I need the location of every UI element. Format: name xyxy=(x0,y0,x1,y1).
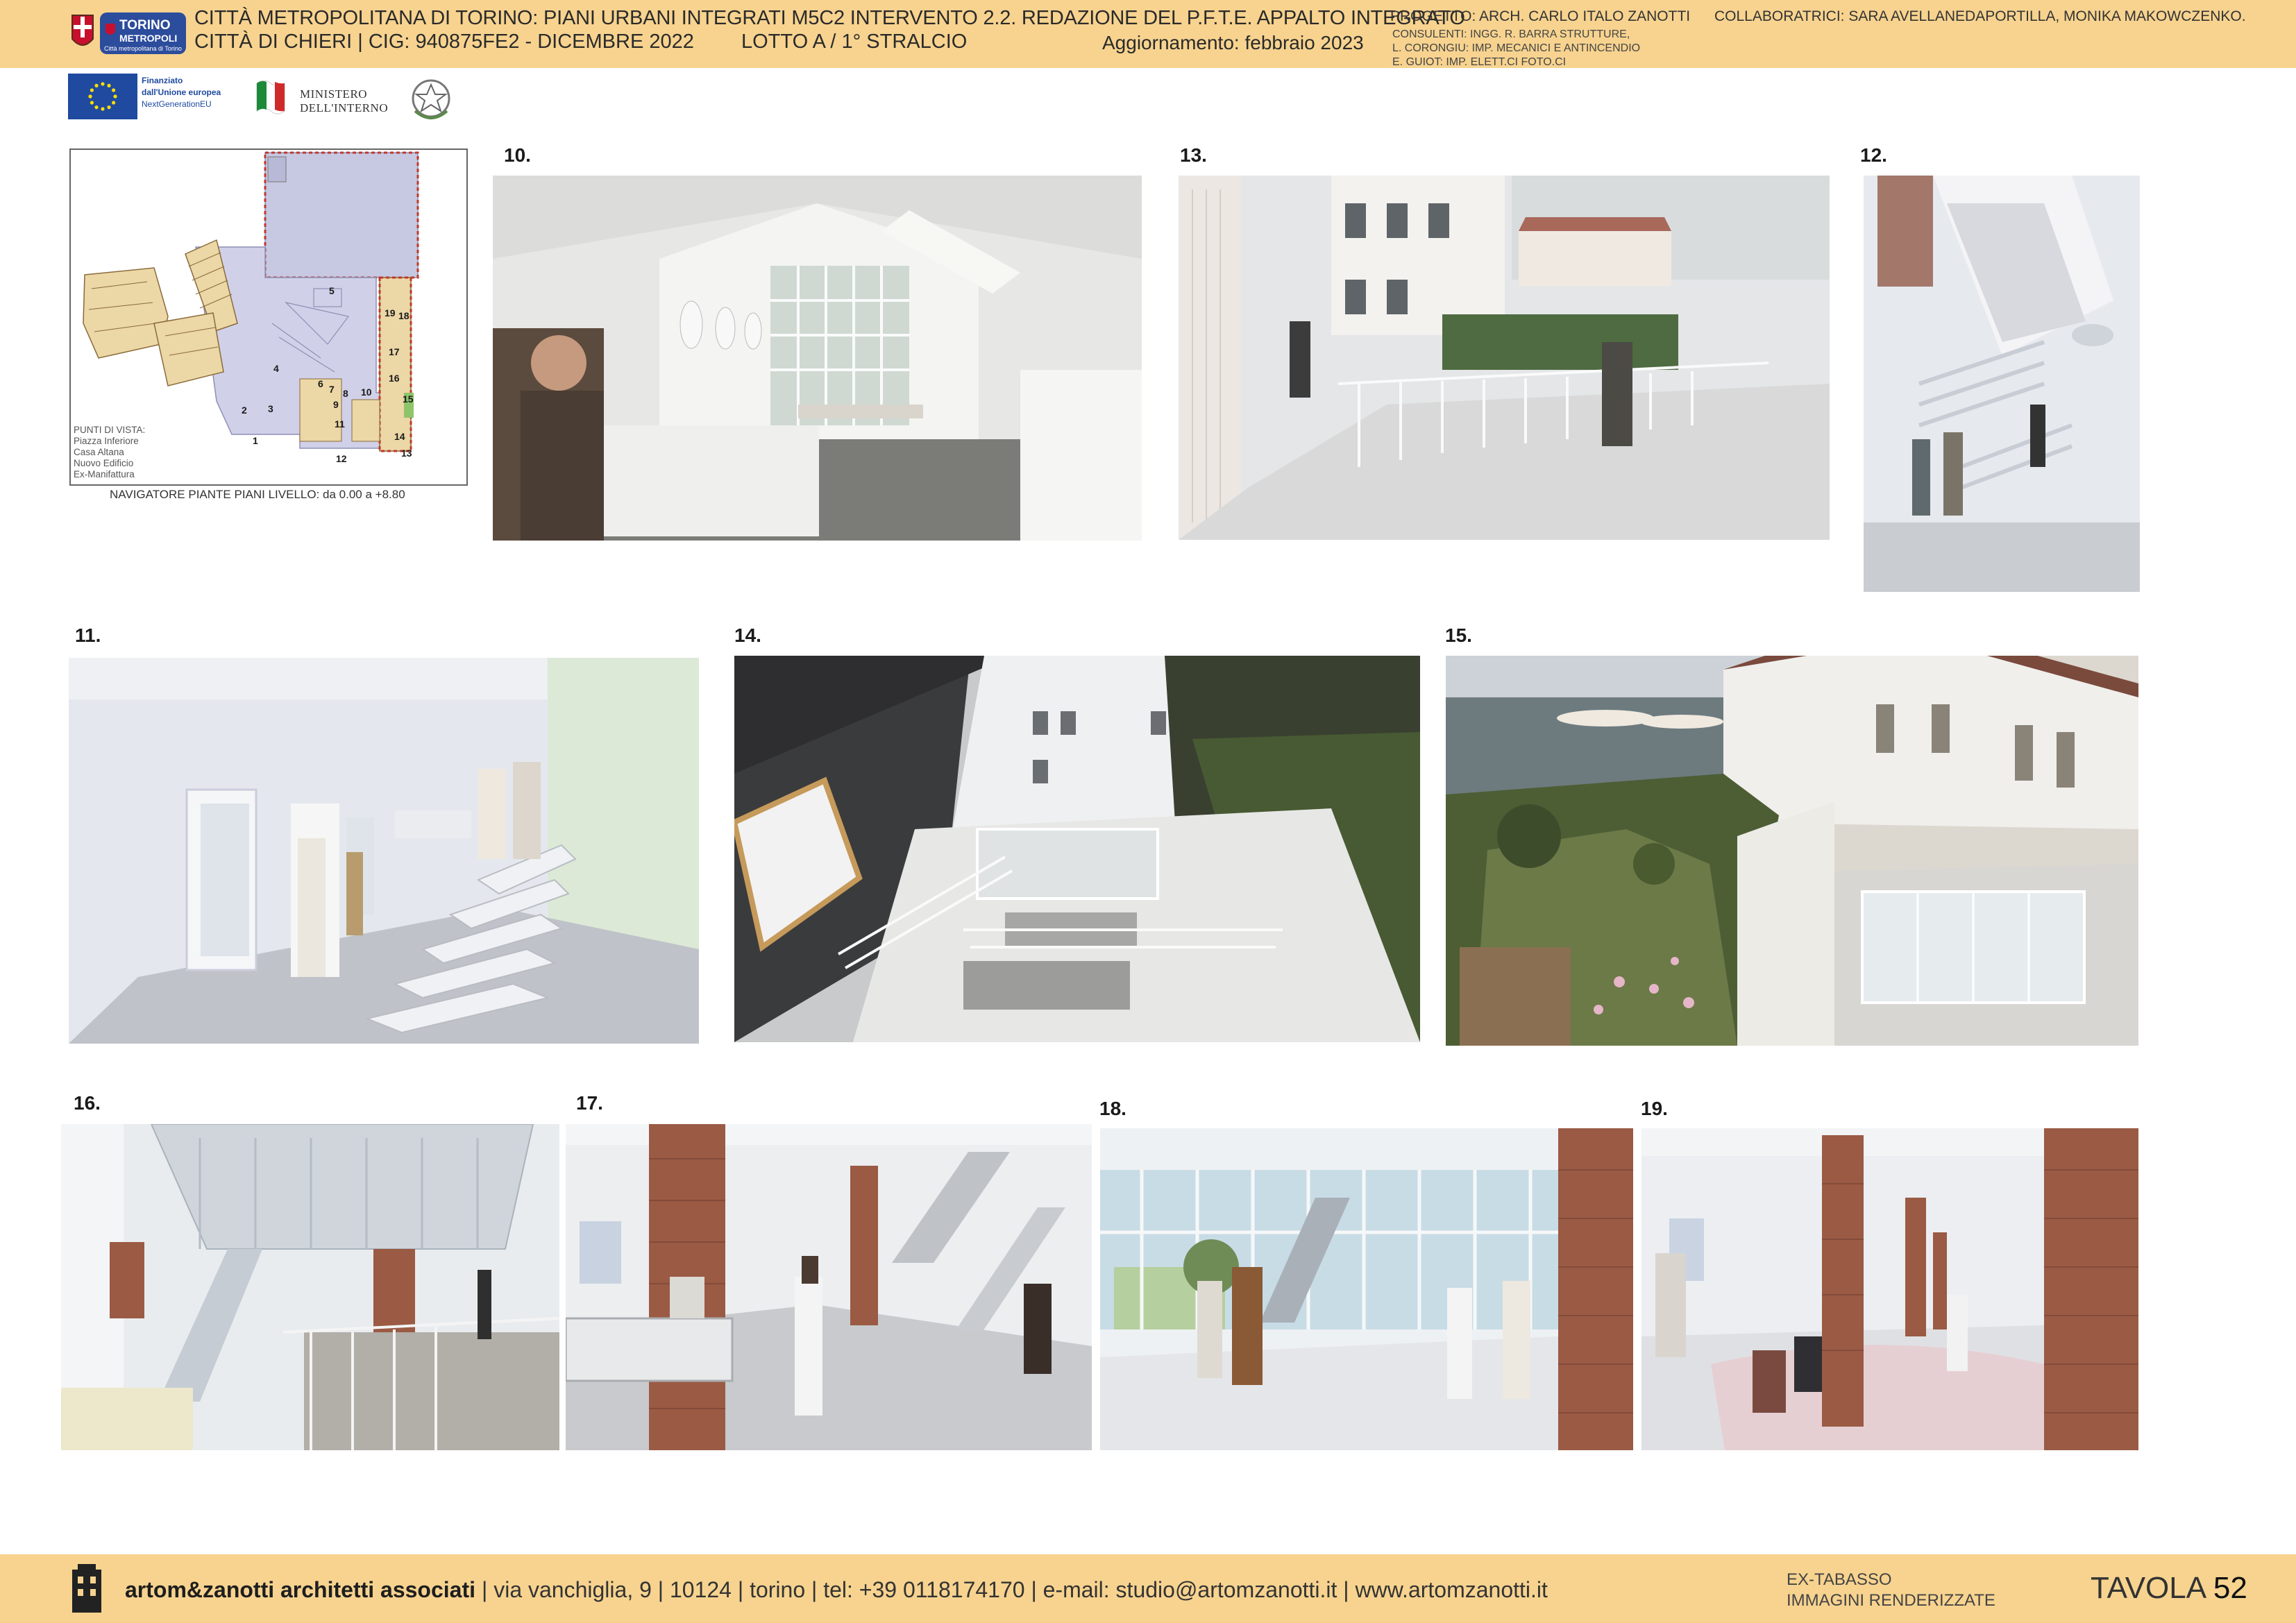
svg-text:4: 4 xyxy=(273,363,279,374)
collaboratrici-credit: COLLABORATRICI: SARA AVELLANEDAPORTILLA,… xyxy=(1714,8,2246,24)
consulenti-credit: CONSULENTI: INGG. R. BARRA STRUTTURE, L.… xyxy=(1392,28,1641,68)
firm-contacts: | via vanchiglia, 9 | 10124 | torino | t… xyxy=(482,1577,1548,1602)
italian-republic-emblem-icon xyxy=(412,79,450,119)
navigator-legend: PUNTI DI VISTA: Piazza Inferiore Casa Al… xyxy=(74,425,146,479)
svg-text:9: 9 xyxy=(333,399,339,410)
svg-text:3: 3 xyxy=(268,403,273,414)
render-13-terrace xyxy=(1179,176,1830,540)
render-number-10: 10. xyxy=(504,144,531,166)
svg-text:8: 8 xyxy=(343,388,348,399)
firm-name: artom&zanotti architetti associati xyxy=(125,1577,475,1602)
project-title: CITTÀ METROPOLITANA DI TORINO: PIANI URB… xyxy=(194,7,1465,29)
render-number-19: 19. xyxy=(1641,1098,1668,1119)
render-10-kitchen xyxy=(493,176,1142,541)
render-15-roof-garden xyxy=(1446,656,2138,1046)
progetto-credit: PROGETTO: ARCH. CARLO ITALO ZANOTTI xyxy=(1390,8,1691,24)
svg-text:12: 12 xyxy=(336,453,347,464)
svg-text:Città metropolitana di Torino: Città metropolitana di Torino xyxy=(104,45,182,52)
render-17-hall-brick xyxy=(566,1124,1092,1450)
svg-text:10: 10 xyxy=(361,386,372,398)
render-number-18: 18. xyxy=(1099,1098,1126,1119)
svg-text:TORINO: TORINO xyxy=(119,18,171,33)
eu-funding-text: Finanziato dall'Unione europea NextGener… xyxy=(142,76,221,109)
torino-metropoli-logo: TORINO METROPOLI Città metropolitana di … xyxy=(68,10,186,57)
render-number-11: 11. xyxy=(75,624,101,646)
eu-flag-icon xyxy=(68,74,137,119)
svg-text:18: 18 xyxy=(398,310,410,321)
firm-logo-icon xyxy=(72,1564,101,1613)
sheet-subject: EX-TABASSO IMMAGINI RENDERIZZATE xyxy=(1787,1570,1995,1610)
ministero-interno-text: MINISTERO DELL'INTERNO xyxy=(300,87,389,114)
svg-text:16: 16 xyxy=(389,373,400,384)
render-19-lounge xyxy=(1641,1128,2138,1450)
render-number-17: 17. xyxy=(576,1092,603,1114)
render-12-stair-vertical xyxy=(1864,176,2140,592)
svg-text:5: 5 xyxy=(329,285,335,296)
render-14-courtyard xyxy=(734,656,1420,1042)
render-number-13: 13. xyxy=(1180,144,1207,166)
render-number-12: 12. xyxy=(1860,144,1887,166)
svg-text:19: 19 xyxy=(385,307,396,318)
svg-text:1: 1 xyxy=(253,435,258,446)
svg-text:2: 2 xyxy=(242,405,247,416)
project-subtitle: CITTÀ DI CHIERI | CIG: 940875FE2 - DICEM… xyxy=(194,31,694,53)
svg-text:6: 6 xyxy=(318,378,323,389)
render-16-stair-atrium xyxy=(61,1124,559,1450)
svg-text:13: 13 xyxy=(401,448,412,459)
svg-text:METROPOLI: METROPOLI xyxy=(119,33,177,44)
svg-text:7: 7 xyxy=(329,384,335,395)
svg-text:17: 17 xyxy=(389,346,400,357)
render-11-stair-corridor xyxy=(69,658,699,1044)
navigator-caption: NAVIGATORE PIANTE PIANI LIVELLO: da 0.00… xyxy=(110,488,405,501)
svg-text:15: 15 xyxy=(403,393,414,405)
svg-text:14: 14 xyxy=(394,431,405,442)
render-number-16: 16. xyxy=(74,1092,101,1114)
render-number-15: 15. xyxy=(1445,624,1472,646)
render-18-glass-hall xyxy=(1100,1128,1633,1450)
sheet-number: TAVOLA 52 xyxy=(2091,1571,2247,1605)
update-date: Aggiornamento: febbraio 2023 xyxy=(1102,32,1364,53)
svg-text:11: 11 xyxy=(335,418,345,430)
render-number-14: 14. xyxy=(734,624,761,646)
italian-flag-icon xyxy=(256,80,285,114)
lotto-label: LOTTO A / 1° STRALCIO xyxy=(741,31,968,53)
